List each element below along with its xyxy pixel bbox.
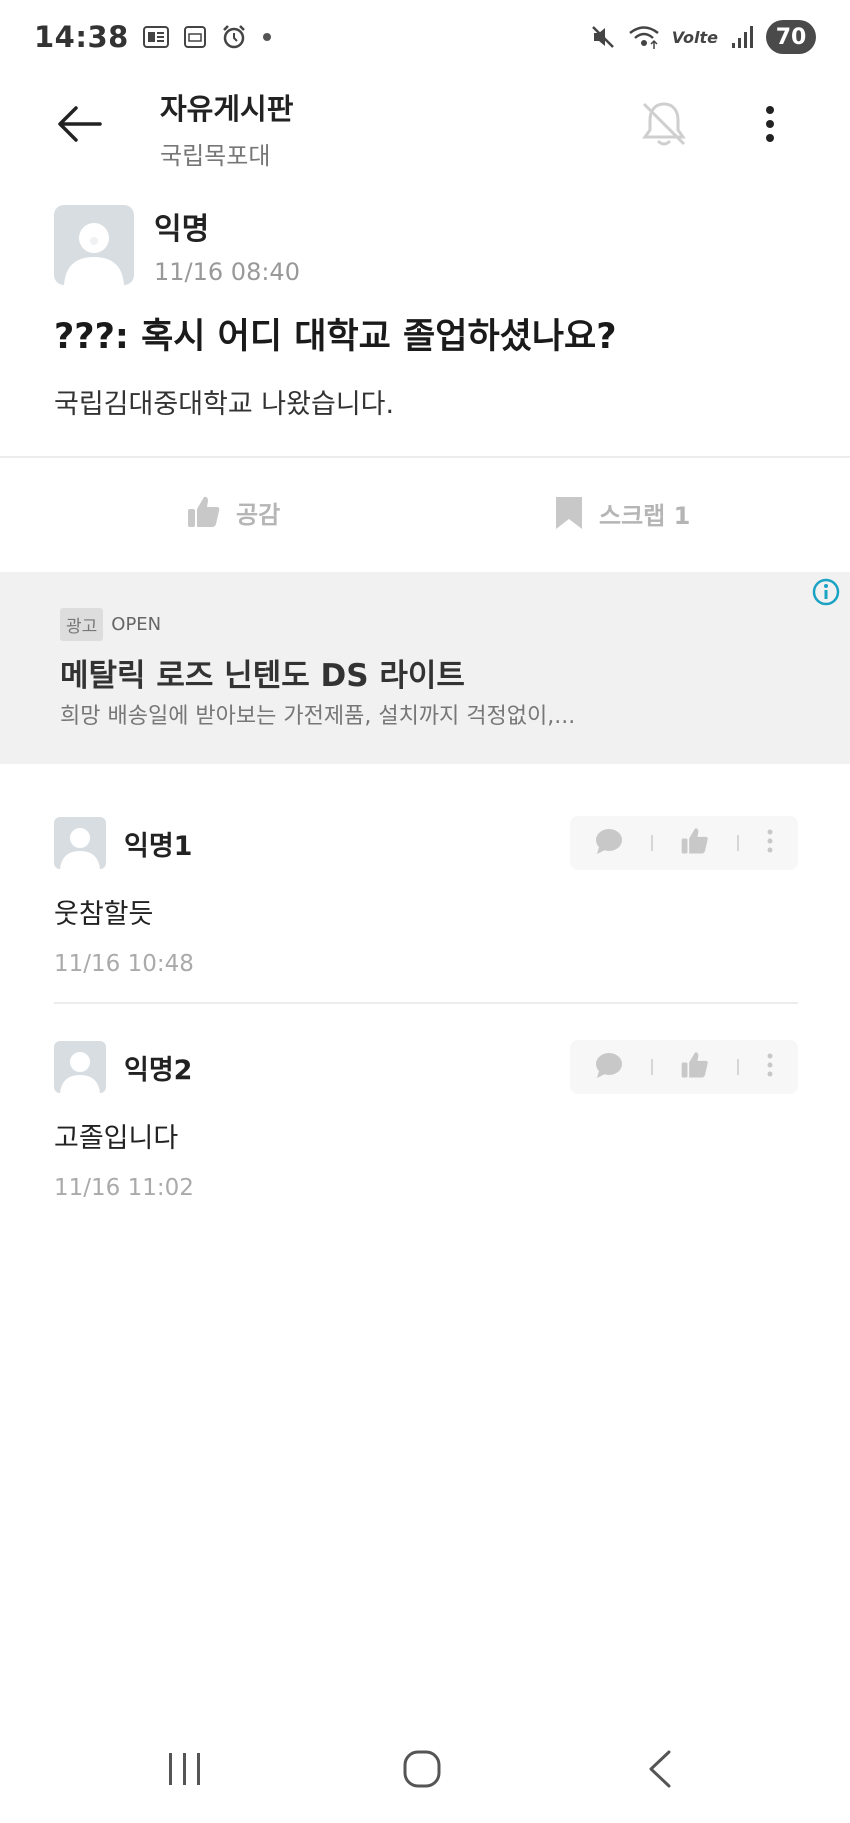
post-title: ???: 혹시 어디 대학교 졸업하셨나요? bbox=[54, 317, 617, 357]
bookmark-icon bbox=[556, 497, 582, 529]
comment-author: 익명2 bbox=[124, 1054, 193, 1086]
home-icon bbox=[403, 1750, 441, 1788]
comment-author: 익명1 bbox=[124, 830, 193, 862]
sd-icon bbox=[183, 25, 207, 49]
reply-icon[interactable] bbox=[594, 827, 624, 859]
mute-icon bbox=[590, 24, 616, 50]
comment-text: 고졸입니다 bbox=[54, 1123, 179, 1154]
back-arrow-icon bbox=[58, 106, 102, 142]
comment-item: 익명2 고졸입니다 11/16 11:02 bbox=[54, 1040, 798, 1201]
volte-label: Volte bbox=[671, 27, 718, 47]
more-options-button[interactable] bbox=[740, 92, 800, 156]
wifi-icon bbox=[628, 24, 660, 50]
default-avatar-icon bbox=[60, 1052, 100, 1093]
post-actions: 공감 스크랩 1 bbox=[0, 460, 850, 570]
like-label: 공감 bbox=[236, 500, 281, 529]
like-button[interactable]: 공감 bbox=[186, 494, 280, 530]
post-author: 익명 11/16 08:40 bbox=[54, 204, 300, 286]
app-bar: 자유게시판 국립목포대 bbox=[0, 74, 850, 174]
thumbs-up-icon bbox=[188, 496, 220, 527]
comment-timestamp: 11/16 11:02 bbox=[54, 1175, 194, 1201]
avatar bbox=[54, 817, 106, 869]
recent-apps-icon bbox=[169, 1753, 200, 1785]
board-header: 자유게시판 국립목포대 bbox=[160, 86, 293, 171]
status-time: 14:38 bbox=[34, 20, 129, 54]
nav-back-button[interactable] bbox=[630, 1744, 690, 1794]
ad-description: 희망 배송일에 받아보는 가전제품, 설치까지 걱정없이,... bbox=[60, 704, 576, 729]
ad-banner[interactable]: 광고 OPEN 메탈릭 로즈 닌텐도 DS 라이트 희망 배송일에 받아보는 가… bbox=[0, 572, 850, 764]
comment-toolbar bbox=[570, 1040, 798, 1094]
chevron-left-icon bbox=[649, 1750, 671, 1788]
ad-title: 메탈릭 로즈 닌텐도 DS 라이트 bbox=[60, 658, 465, 694]
info-icon[interactable] bbox=[810, 576, 842, 608]
status-bar: 14:38 Volte 70 bbox=[0, 0, 850, 74]
ge-icon bbox=[142, 26, 169, 48]
avatar bbox=[54, 1041, 106, 1093]
ad-badge: 광고 bbox=[60, 608, 104, 641]
board-subtitle: 국립목포대 bbox=[160, 142, 271, 170]
thumbs-up-icon[interactable] bbox=[680, 1050, 710, 1084]
more-vert-icon bbox=[766, 106, 774, 142]
system-nav-bar bbox=[0, 1730, 850, 1810]
divider bbox=[0, 456, 850, 458]
post-author-name: 익명 bbox=[154, 212, 210, 247]
scrap-label: 스크랩 1 bbox=[599, 501, 691, 530]
avatar bbox=[54, 205, 134, 285]
notification-toggle-button[interactable] bbox=[632, 92, 696, 156]
post-body: 국립김대중대학교 나왔습니다. bbox=[54, 389, 395, 420]
comment-item: 익명1 웃참할듯 11/16 10:48 bbox=[54, 816, 798, 977]
default-avatar-icon bbox=[60, 828, 100, 869]
comment-toolbar bbox=[570, 816, 798, 870]
back-button[interactable] bbox=[50, 94, 110, 154]
signal-icon bbox=[730, 25, 754, 49]
separator bbox=[650, 835, 653, 851]
comment-text: 웃참할듯 bbox=[54, 899, 154, 930]
reply-icon[interactable] bbox=[594, 1051, 624, 1083]
alarm-icon bbox=[221, 24, 247, 50]
more-vert-icon[interactable] bbox=[766, 1052, 774, 1082]
separator bbox=[650, 1059, 653, 1075]
separator bbox=[737, 1059, 740, 1075]
bell-off-icon bbox=[642, 102, 686, 146]
home-button[interactable] bbox=[392, 1744, 452, 1794]
comment-timestamp: 11/16 10:48 bbox=[54, 951, 194, 977]
ad-tag: OPEN bbox=[111, 614, 162, 635]
more-vert-icon[interactable] bbox=[766, 828, 774, 858]
default-avatar-icon bbox=[64, 223, 124, 285]
scrap-button[interactable]: 스크랩 1 bbox=[553, 494, 690, 532]
divider bbox=[54, 1002, 798, 1004]
board-title: 자유게시판 bbox=[160, 92, 294, 126]
thumbs-up-icon[interactable] bbox=[680, 826, 710, 860]
dot-icon bbox=[261, 31, 273, 43]
recent-apps-button[interactable] bbox=[155, 1744, 215, 1794]
post-timestamp: 11/16 08:40 bbox=[154, 258, 300, 286]
battery-icon: 70 bbox=[766, 20, 816, 54]
separator bbox=[737, 835, 740, 851]
